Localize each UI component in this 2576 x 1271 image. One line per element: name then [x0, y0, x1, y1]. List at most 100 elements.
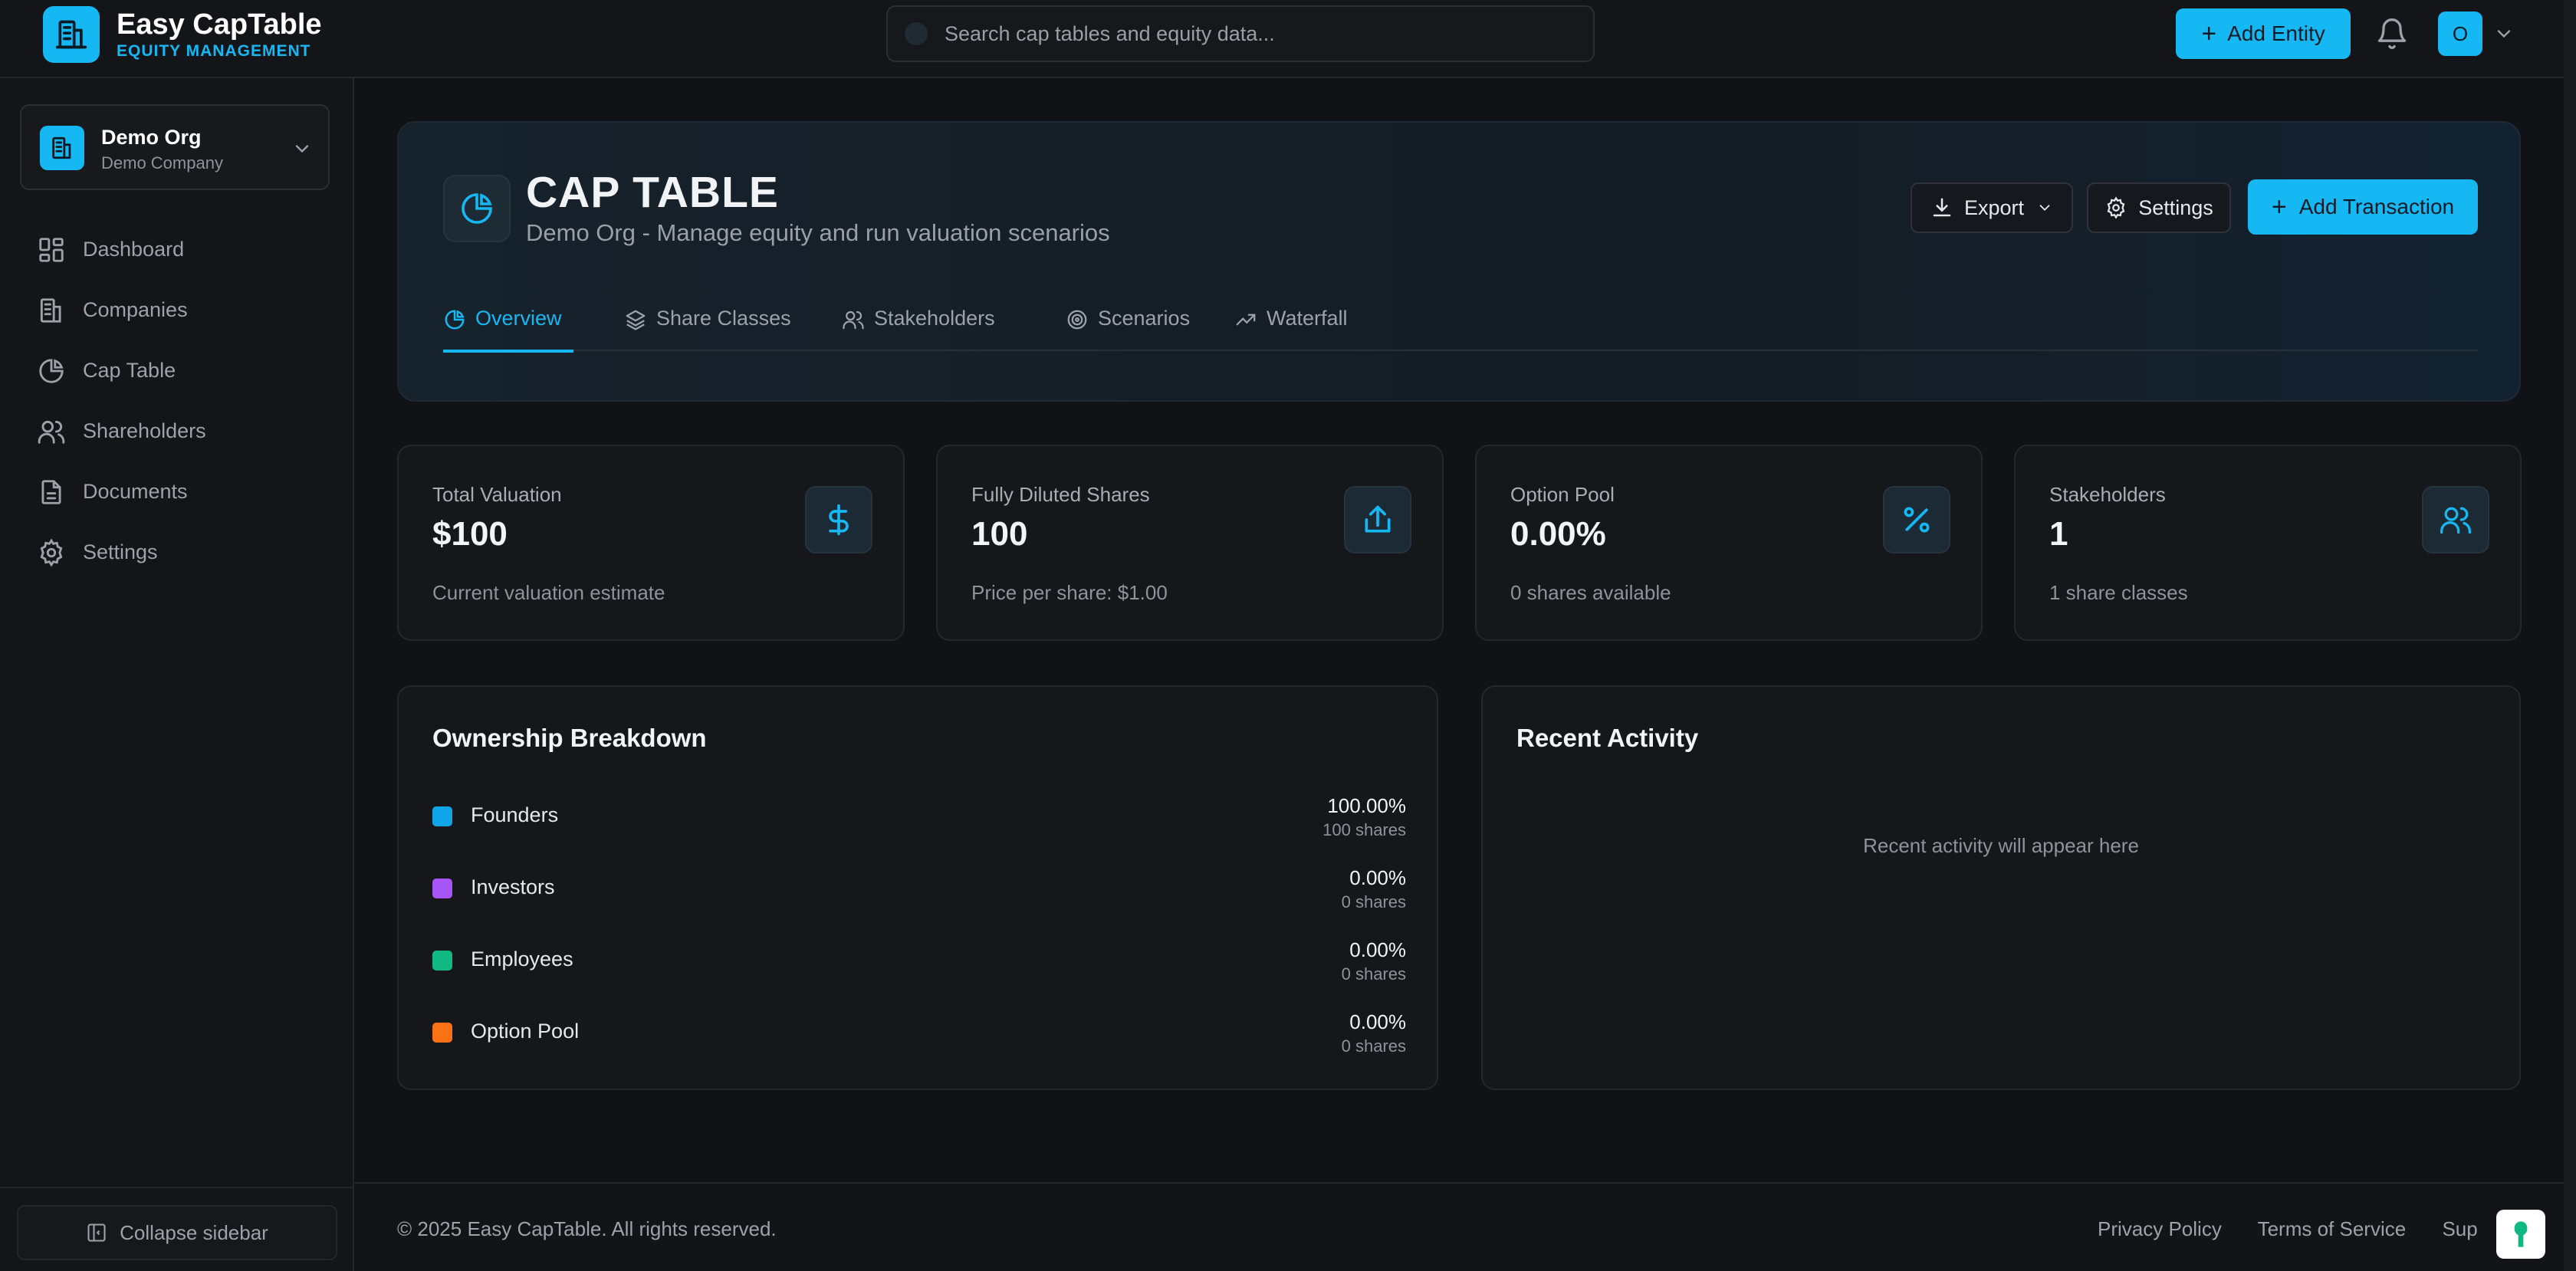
lock-icon — [2514, 1221, 2528, 1247]
add-transaction-button[interactable]: + Add Transaction — [2248, 179, 2478, 235]
pie-chart-icon — [443, 175, 511, 242]
document-icon — [41, 479, 61, 504]
stat-value: 1 — [2049, 515, 2068, 553]
org-switcher[interactable]: Demo Org Demo Company — [20, 104, 330, 190]
color-swatch — [432, 951, 452, 970]
bell-icon[interactable] — [2375, 17, 2409, 51]
tab-stakeholders[interactable]: Stakeholders — [842, 302, 995, 351]
scrollbar[interactable] — [2564, 0, 2576, 1271]
sidebar-item-label: Documents — [83, 480, 188, 503]
avatar[interactable]: O — [2438, 11, 2482, 56]
plus-icon: + — [2271, 192, 2287, 222]
tab-label: Waterfall — [1267, 307, 1348, 330]
ownership-percent: 0.00% — [1349, 866, 1406, 889]
ownership-row-investors: Investors 0.00% 0 shares — [432, 866, 1406, 920]
users-icon — [38, 420, 65, 444]
collapse-sidebar-button[interactable]: Collapse sidebar — [17, 1205, 337, 1260]
stat-description: 1 share classes — [2049, 581, 2188, 604]
export-button[interactable]: Export — [1911, 182, 2073, 233]
percent-icon — [1883, 486, 1950, 553]
recent-activity-panel: Recent Activity Recent activity will app… — [1481, 685, 2521, 1090]
stat-value: 100 — [971, 515, 1028, 553]
sidebar-item-label: Companies — [83, 298, 188, 321]
search-icon — [905, 22, 928, 45]
stat-card-option-pool: Option Pool 0.00% 0 shares available — [1475, 445, 1983, 641]
org-name: Demo Org — [101, 126, 202, 149]
page-header: CAP TABLE Demo Org - Manage equity and r… — [397, 121, 2521, 402]
stat-description: Price per share: $1.00 — [971, 581, 1168, 604]
chevron-down-icon[interactable] — [2493, 23, 2515, 44]
ownership-row-option-pool: Option Pool 0.00% 0 shares — [432, 1010, 1406, 1064]
stat-card-stakeholders: Stakeholders 1 1 share classes — [2014, 445, 2522, 641]
building-icon — [40, 297, 61, 323]
stat-label: Option Pool — [1510, 483, 1615, 506]
building-icon — [40, 126, 84, 170]
users-icon — [843, 310, 864, 330]
tab-label: Stakeholders — [874, 307, 995, 330]
search-box[interactable] — [886, 5, 1595, 62]
tab-label: Scenarios — [1098, 307, 1191, 330]
page-subtitle: Demo Org - Manage equity and run valuati… — [526, 219, 1110, 246]
feedback-button[interactable] — [2496, 1210, 2545, 1259]
stat-description: 0 shares available — [1510, 581, 1671, 604]
stat-label: Fully Diluted Shares — [971, 483, 1150, 506]
add-entity-button[interactable]: + Add Entity — [2176, 8, 2351, 59]
ownership-name: Option Pool — [471, 1020, 580, 1043]
stat-card-total-valuation: Total Valuation $100 Current valuation e… — [397, 445, 905, 641]
terms-of-service-link[interactable]: Terms of Service — [2258, 1217, 2407, 1240]
tab-scenarios[interactable]: Scenarios — [1066, 302, 1190, 351]
color-swatch — [432, 879, 452, 898]
app-root: Easy CapTable EQUITY MANAGEMENT + Add En… — [0, 0, 2576, 1271]
add-entity-label: Add Entity — [2227, 21, 2325, 45]
ownership-name: Investors — [471, 875, 555, 898]
support-link[interactable]: Sup — [2442, 1217, 2477, 1240]
divider — [0, 1187, 354, 1188]
gear-icon — [2107, 196, 2125, 219]
gear-icon — [40, 537, 63, 567]
settings-button[interactable]: Settings — [2087, 182, 2231, 233]
chevron-down-icon — [295, 145, 309, 153]
sidebar-item-dashboard[interactable]: Dashboard — [37, 219, 206, 280]
tab-label: Overview — [475, 307, 562, 330]
empty-state-text: Recent activity will appear here — [1863, 834, 2139, 857]
sidebar-collapse-icon — [87, 1223, 106, 1242]
sidebar-item-cap-table[interactable]: Cap Table — [37, 340, 206, 401]
tab-label: Share Classes — [656, 307, 791, 330]
ownership-name: Employees — [471, 948, 573, 970]
color-swatch — [432, 1023, 452, 1043]
ownership-name: Founders — [471, 803, 559, 826]
panel-title: Ownership Breakdown — [432, 724, 707, 752]
footer-links: Privacy Policy Terms of Service Sup — [2098, 1217, 2509, 1241]
dollar-icon — [805, 486, 872, 553]
tab-share-classes[interactable]: Share Classes — [624, 302, 791, 351]
settings-label: Settings — [2138, 195, 2213, 219]
sidebar-nav: Dashboard Companies Cap Table Shareholde… — [37, 219, 206, 583]
ownership-row-founders: Founders 100.00% 100 shares — [432, 794, 1406, 848]
target-icon — [1067, 310, 1087, 330]
sidebar-item-documents[interactable]: Documents — [37, 461, 206, 522]
users-icon — [2422, 486, 2489, 553]
add-transaction-label: Add Transaction — [2298, 195, 2455, 218]
sidebar-item-shareholders[interactable]: Shareholders — [37, 401, 206, 461]
ownership-percent: 100.00% — [1327, 794, 1406, 817]
brand-subtitle: EQUITY MANAGEMENT — [117, 42, 311, 60]
tab-overview[interactable]: Overview — [443, 302, 573, 353]
page-title: CAP TABLE — [526, 168, 779, 217]
pie-chart-icon — [39, 358, 64, 383]
search-input[interactable] — [945, 21, 1573, 46]
brand[interactable]: Easy CapTable EQUITY MANAGEMENT — [43, 6, 322, 63]
sidebar: Demo Org Demo Company Dashboard Companie… — [0, 78, 354, 1271]
sidebar-item-label: Dashboard — [83, 238, 185, 261]
stat-value: 0.00% — [1510, 515, 1606, 553]
sidebar-item-companies[interactable]: Companies — [37, 280, 206, 340]
share-icon — [1344, 486, 1411, 553]
privacy-policy-link[interactable]: Privacy Policy — [2098, 1217, 2222, 1240]
ownership-row-employees: Employees 0.00% 0 shares — [432, 938, 1406, 992]
sidebar-item-settings[interactable]: Settings — [37, 522, 206, 583]
tab-waterfall[interactable]: Waterfall — [1234, 302, 1348, 351]
ownership-shares: 0 shares — [1341, 964, 1406, 984]
copyright-text: © 2025 Easy CapTable. All rights reserve… — [397, 1217, 777, 1240]
ownership-percent: 0.00% — [1349, 1010, 1406, 1033]
export-label: Export — [1963, 195, 2025, 219]
color-swatch — [432, 806, 452, 826]
